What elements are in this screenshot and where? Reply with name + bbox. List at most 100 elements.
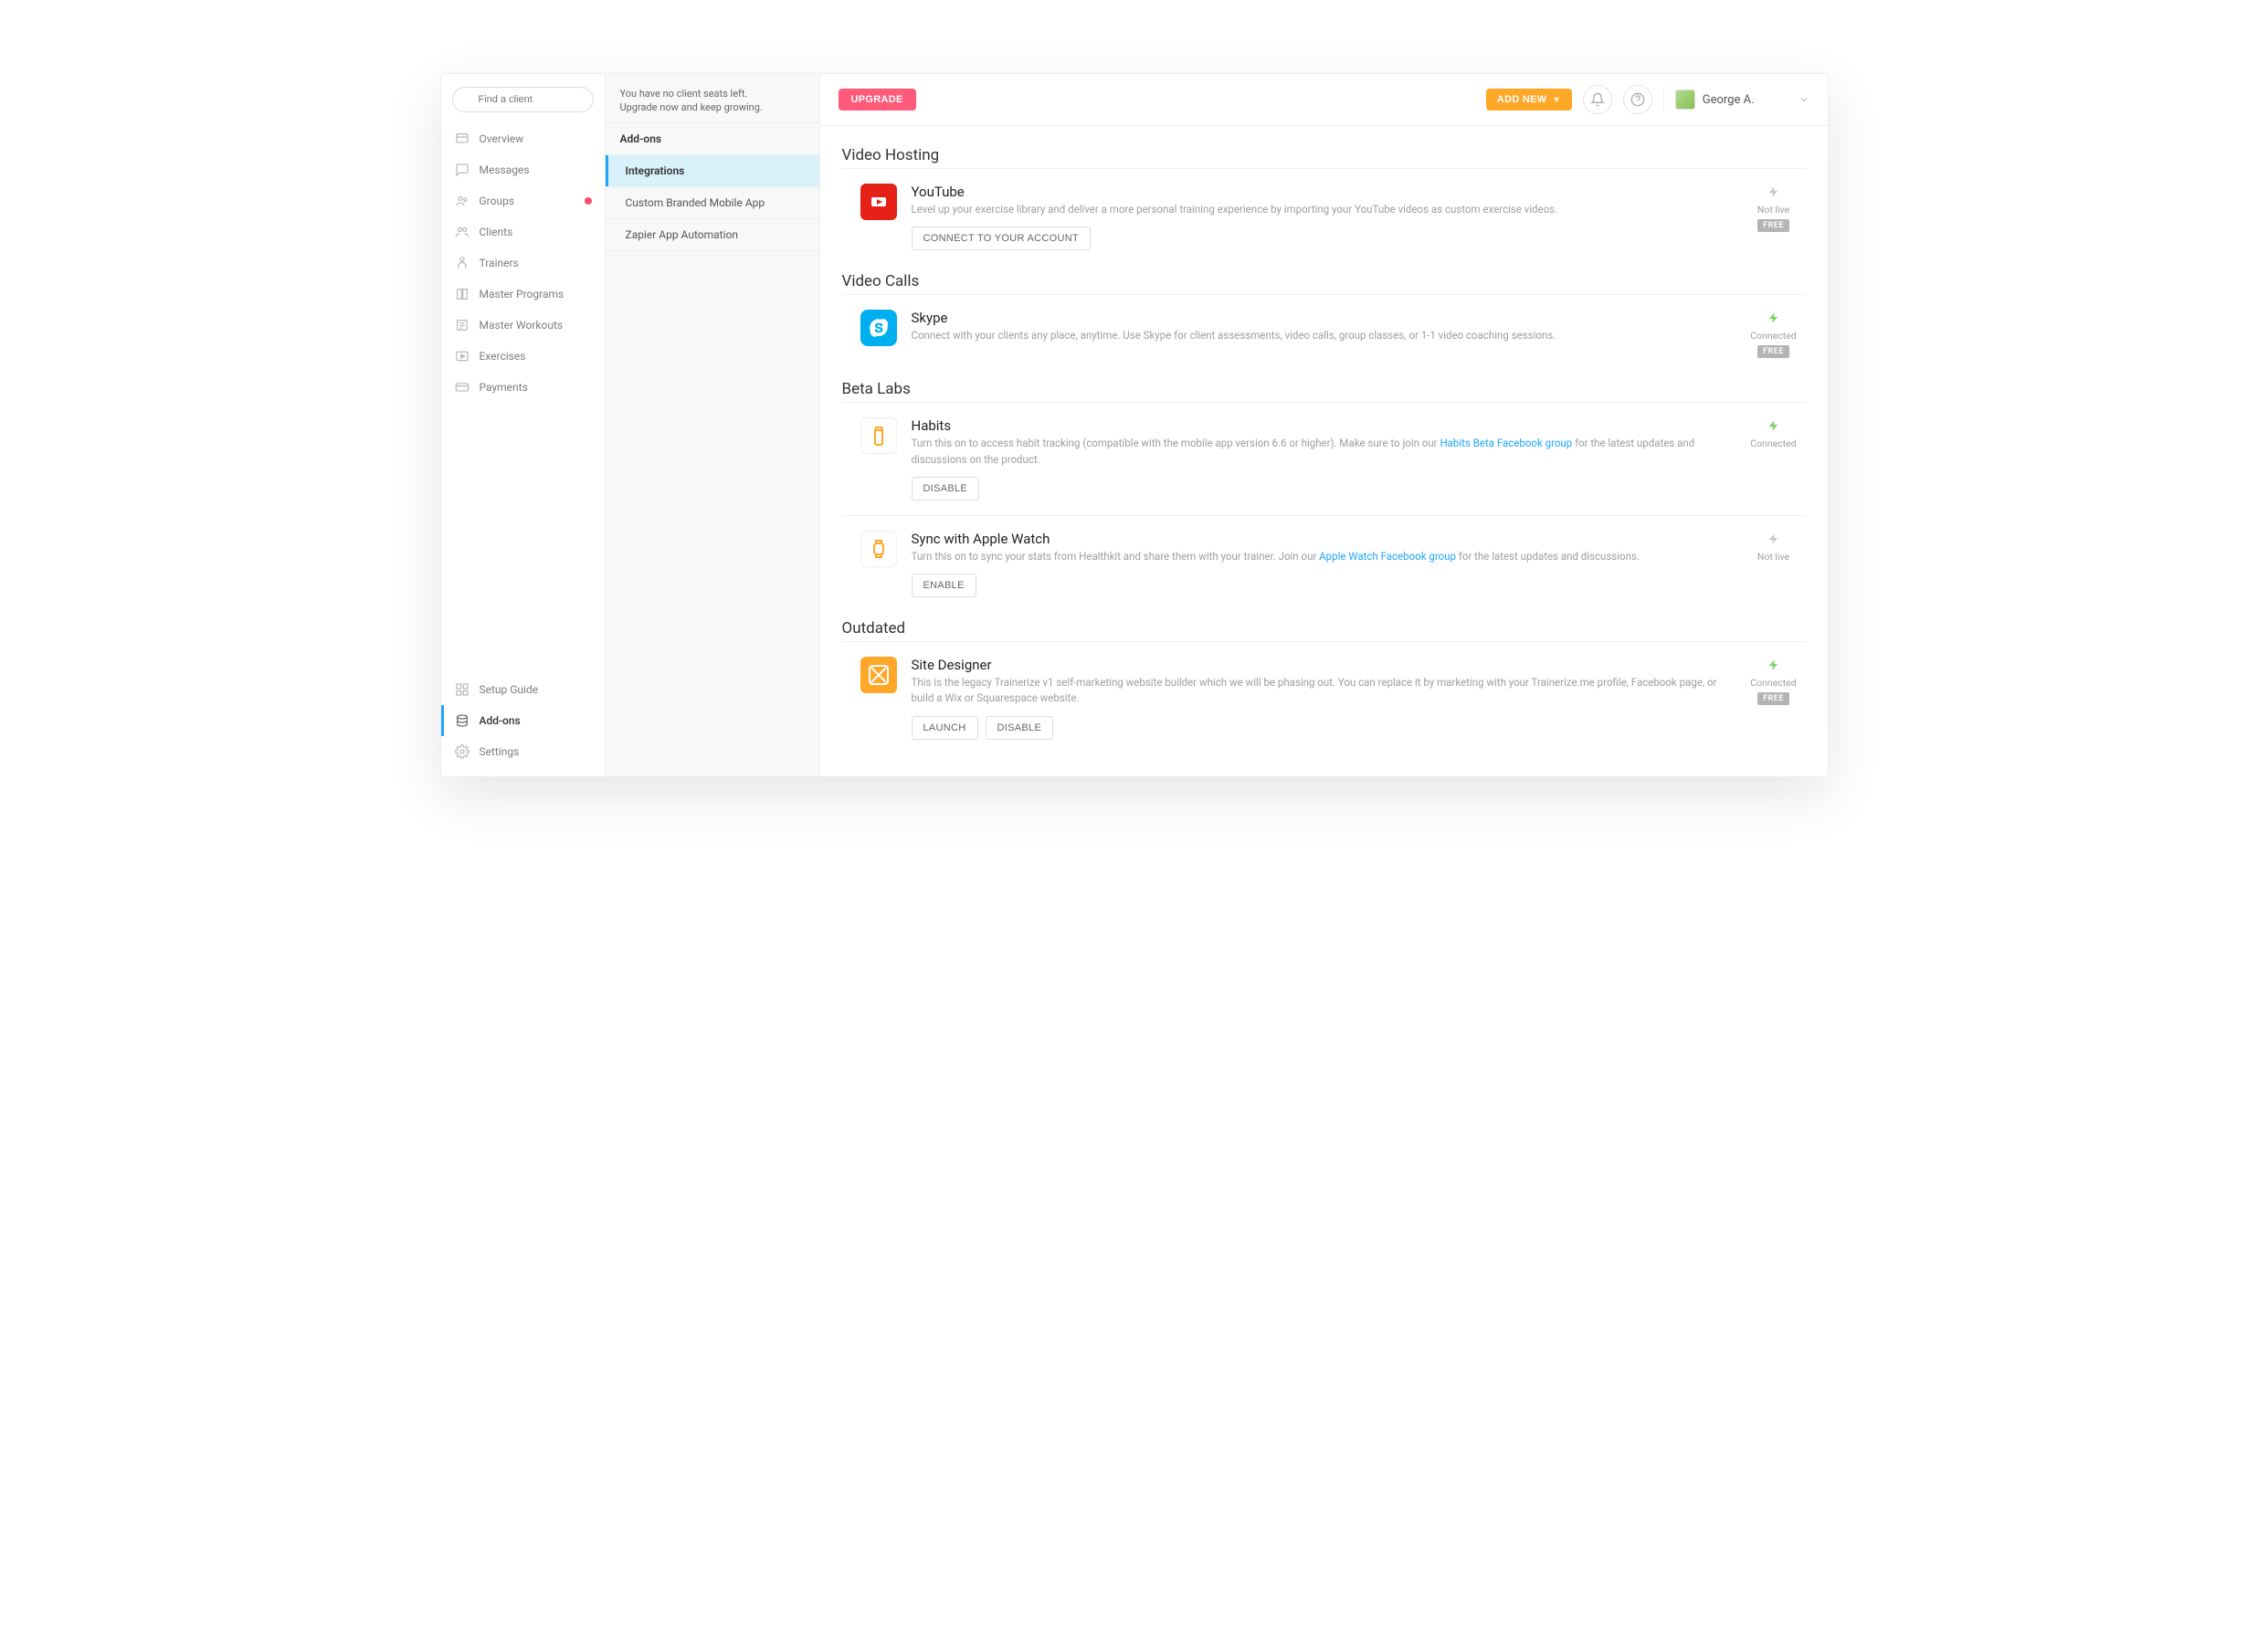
youtube-icon	[860, 184, 897, 220]
chevron-down-icon	[1762, 94, 1809, 105]
sidebar-item-label: Messages	[480, 163, 530, 176]
section-title-beta-labs: Beta Labs	[842, 380, 1806, 398]
sidebar-item-label: Exercises	[480, 350, 526, 363]
sidebar-item-groups[interactable]: Groups	[441, 185, 605, 216]
user-name: George A.	[1703, 93, 1755, 107]
add-new-label: ADD NEW	[1497, 94, 1547, 105]
payments-icon	[454, 379, 470, 395]
card-title: YouTube	[912, 184, 1727, 200]
section-title-outdated: Outdated	[842, 619, 1806, 638]
clients-icon	[454, 224, 470, 240]
card-title: Habits	[912, 417, 1727, 434]
notice-line-2: Upgrade now and keep growing.	[620, 100, 805, 114]
addons-icon	[454, 712, 470, 729]
help-button[interactable]	[1623, 85, 1652, 114]
setup-guide-icon	[454, 681, 470, 698]
bell-icon	[1590, 92, 1605, 107]
desc-post: for the latest updates and discussions.	[1456, 550, 1640, 563]
search-input[interactable]	[452, 87, 594, 112]
card-title: Sync with Apple Watch	[912, 531, 1727, 547]
sidebar-item-label: Overview	[480, 132, 524, 145]
sidebar-item-label: Add-ons	[480, 714, 521, 727]
upgrade-notice: You have no client seats left. Upgrade n…	[606, 74, 819, 123]
sidebar: Overview Messages Groups Clients	[441, 74, 606, 776]
section-title-video-calls: Video Calls	[842, 272, 1806, 290]
integration-card-youtube: YouTube Level up your exercise library a…	[842, 168, 1806, 265]
status-text: Connected	[1750, 330, 1796, 342]
caret-down-icon: ▼	[1553, 95, 1561, 104]
subside-item-label: Integrations	[626, 164, 685, 177]
add-new-button[interactable]: ADD NEW ▼	[1486, 89, 1572, 111]
sidebar-item-label: Master Programs	[480, 288, 564, 300]
bolt-icon	[1767, 657, 1780, 673]
bolt-icon	[1767, 531, 1780, 547]
free-badge: FREE	[1757, 692, 1789, 705]
notice-line-1: You have no client seats left.	[620, 87, 805, 100]
divider	[1663, 88, 1664, 111]
site-designer-icon	[860, 657, 897, 693]
sidebar-item-exercises[interactable]: Exercises	[441, 341, 605, 372]
content: Video Hosting YouTube Level up your exer…	[820, 126, 1828, 776]
sidebar-item-master-workouts[interactable]: Master Workouts	[441, 310, 605, 341]
notifications-button[interactable]	[1583, 85, 1612, 114]
status-text: Connected	[1750, 677, 1796, 689]
sidebar-item-label: Setup Guide	[480, 683, 539, 696]
section-title-video-hosting: Video Hosting	[842, 146, 1806, 164]
sidebar-item-label: Master Workouts	[480, 319, 564, 332]
sidebar-item-master-programs[interactable]: Master Programs	[441, 279, 605, 310]
sidebar-item-label: Clients	[480, 226, 513, 238]
free-badge: FREE	[1757, 219, 1789, 232]
sidebar-item-messages[interactable]: Messages	[441, 154, 605, 185]
app-window: Overview Messages Groups Clients	[440, 73, 1829, 777]
desc-pre: Turn this on to sync your stats from Hea…	[912, 550, 1320, 563]
sidebar-item-label: Payments	[480, 381, 528, 394]
programs-icon	[454, 286, 470, 302]
card-title: Site Designer	[912, 657, 1727, 673]
habits-fb-link[interactable]: Habits Beta Facebook group	[1440, 437, 1572, 449]
messages-icon	[454, 162, 470, 178]
integration-card-skype: Skype Connect with your clients any plac…	[842, 294, 1806, 373]
launch-button[interactable]: LAUNCH	[912, 716, 978, 740]
desc-pre: Turn this on to access habit tracking (c…	[912, 437, 1440, 449]
integration-card-habits: Habits Turn this on to access habit trac…	[842, 402, 1806, 515]
groups-icon	[454, 193, 470, 209]
sidebar-item-payments[interactable]: Payments	[441, 372, 605, 403]
upgrade-button[interactable]: UPGRADE	[839, 89, 916, 111]
enable-button[interactable]: ENABLE	[912, 574, 976, 597]
workouts-icon	[454, 317, 470, 333]
user-menu[interactable]: George A.	[1675, 90, 1809, 110]
subside-item-label: Zapier App Automation	[626, 228, 738, 241]
skype-icon	[860, 310, 897, 346]
overview-icon	[454, 131, 470, 147]
card-desc: Turn this on to sync your stats from Hea…	[912, 549, 1727, 564]
card-desc: Connect with your clients any place, any…	[912, 328, 1727, 343]
sidebar-item-clients[interactable]: Clients	[441, 216, 605, 248]
sidebar-item-overview[interactable]: Overview	[441, 123, 605, 154]
status-text: Not live	[1757, 551, 1789, 563]
free-badge: FREE	[1757, 345, 1789, 358]
sidebar-item-addons[interactable]: Add-ons	[441, 705, 605, 736]
main-area: UPGRADE ADD NEW ▼ George A.	[820, 74, 1828, 776]
sub-sidebar: You have no client seats left. Upgrade n…	[606, 74, 820, 776]
subside-item-integrations[interactable]: Integrations	[606, 155, 819, 187]
habits-icon	[860, 417, 897, 454]
bolt-icon	[1767, 310, 1780, 326]
apple-watch-icon	[860, 531, 897, 567]
subside-item-zapier[interactable]: Zapier App Automation	[606, 219, 819, 251]
subside-item-branded-app[interactable]: Custom Branded Mobile App	[606, 187, 819, 219]
disable-button[interactable]: DISABLE	[986, 716, 1054, 740]
sidebar-item-setup-guide[interactable]: Setup Guide	[441, 674, 605, 705]
trainers-icon	[454, 255, 470, 271]
disable-button[interactable]: DISABLE	[912, 477, 980, 501]
watch-fb-link[interactable]: Apple Watch Facebook group	[1319, 550, 1456, 563]
sidebar-item-trainers[interactable]: Trainers	[441, 248, 605, 279]
card-title: Skype	[912, 310, 1727, 326]
sidebar-item-settings[interactable]: Settings	[441, 736, 605, 767]
subside-item-label: Custom Branded Mobile App	[626, 196, 765, 209]
help-icon	[1630, 92, 1645, 107]
settings-icon	[454, 743, 470, 760]
sub-sidebar-title: Add-ons	[606, 123, 819, 155]
status-text: Connected	[1750, 437, 1796, 449]
connect-account-button[interactable]: CONNECT TO YOUR ACCOUNT	[912, 227, 1092, 250]
bolt-icon	[1767, 417, 1780, 434]
